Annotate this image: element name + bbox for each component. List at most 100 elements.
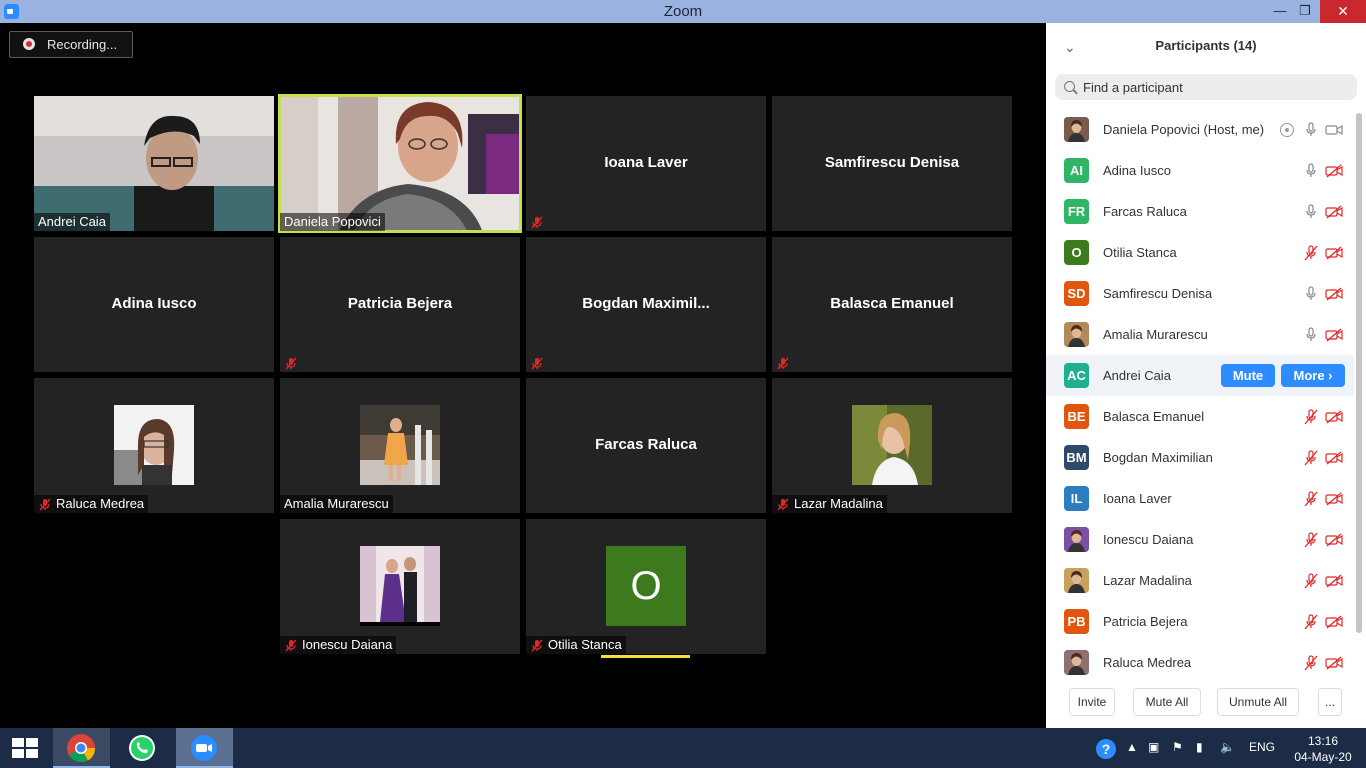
whatsapp-icon — [129, 735, 155, 761]
participant-row[interactable]: PB Patricia Bejera — [1046, 601, 1354, 642]
start-button[interactable] — [0, 728, 50, 768]
muted-mic-icon[interactable] — [1304, 614, 1318, 630]
video-camera-icon[interactable] — [1325, 123, 1343, 137]
participant-name: Adina Iusco — [1103, 163, 1171, 178]
muted-mic-icon — [531, 639, 543, 652]
participant-avatar: SD — [1064, 281, 1089, 306]
muted-mic-icon[interactable] — [1304, 491, 1318, 507]
participant-row[interactable]: Ionescu Daiana — [1046, 519, 1354, 560]
video-off-icon[interactable] — [1325, 451, 1343, 465]
participant-row[interactable]: FR Farcas Raluca — [1046, 191, 1354, 232]
windows-logo-icon — [12, 738, 38, 758]
muted-mic-icon[interactable] — [1304, 573, 1318, 589]
participant-row[interactable]: Daniela Popovici (Host, me) — [1046, 109, 1354, 150]
participant-name: Ioana Laver — [1103, 491, 1172, 506]
video-off-icon[interactable] — [1325, 205, 1343, 219]
muted-mic-icon[interactable] — [1304, 655, 1318, 671]
taskbar-chrome[interactable] — [53, 728, 110, 768]
participant-row[interactable]: BE Balasca Emanuel — [1046, 396, 1354, 437]
more-participant-button[interactable]: More › — [1281, 364, 1345, 387]
video-off-icon[interactable] — [1325, 656, 1343, 670]
recording-indicator[interactable]: Recording... — [9, 31, 133, 58]
participant-avatar: IL — [1064, 486, 1089, 511]
video-tile-ionescu-daiana[interactable]: Ionescu Daiana — [280, 519, 520, 654]
taskbar-zoom[interactable] — [176, 728, 233, 768]
microphone-icon[interactable] — [1304, 163, 1318, 179]
mute-participant-button[interactable]: Mute — [1221, 364, 1275, 387]
microphone-icon[interactable] — [1304, 204, 1318, 220]
scrollbar[interactable] — [1356, 113, 1362, 633]
battery-icon[interactable]: ▮ — [1196, 740, 1203, 754]
invite-button[interactable]: Invite — [1069, 688, 1115, 716]
chevron-right-icon: › — [1324, 368, 1333, 383]
video-off-icon[interactable] — [1325, 615, 1343, 629]
flag-icon[interactable]: ⚑ — [1172, 740, 1183, 754]
chevron-up-icon[interactable]: ▲ — [1126, 740, 1138, 754]
video-off-icon[interactable] — [1325, 287, 1343, 301]
participant-row[interactable]: Amalia Murarescu — [1046, 314, 1354, 355]
participant-row[interactable]: BM Bogdan Maximilian — [1046, 437, 1354, 478]
network-icon[interactable]: ▣ — [1148, 740, 1159, 754]
video-tile-raluca-medrea[interactable]: Raluca Medrea — [34, 378, 274, 513]
system-clock[interactable]: 13:16 04-May-20 — [1288, 733, 1358, 765]
participant-photo — [1064, 322, 1089, 347]
volume-icon[interactable]: 🔈 — [1220, 740, 1235, 754]
help-icon[interactable]: ? — [1095, 738, 1117, 760]
video-tile-patricia-bejera[interactable]: Patricia Bejera — [280, 237, 520, 372]
video-off-icon[interactable] — [1325, 492, 1343, 506]
microphone-icon[interactable] — [1304, 122, 1318, 138]
video-tile-ioana-laver[interactable]: Ioana Laver — [526, 96, 766, 231]
participant-row[interactable]: IL Ioana Laver — [1046, 478, 1354, 519]
mute-all-button[interactable]: Mute All — [1133, 688, 1201, 716]
taskbar-whatsapp[interactable] — [114, 728, 171, 768]
tile-name-label: Raluca Medrea — [34, 495, 149, 513]
more-options-button[interactable]: ... — [1318, 688, 1342, 716]
speaking-indicator — [601, 655, 690, 658]
tile-name-label: Andrei Caia — [34, 213, 110, 231]
video-tile-balasca-emanuel[interactable]: Balasca Emanuel — [772, 237, 1012, 372]
video-tile-bogdan-maximilian[interactable]: Bogdan Maximil... — [526, 237, 766, 372]
muted-mic-icon — [39, 498, 51, 511]
video-off-icon[interactable] — [1325, 574, 1343, 588]
participant-name: Patricia Bejera — [1103, 614, 1188, 629]
video-tile-adina-iusco[interactable]: Adina Iusco — [34, 237, 274, 372]
participant-row[interactable]: O Otilia Stanca — [1046, 232, 1354, 273]
video-tile-lazar-madalina[interactable]: Lazar Madalina — [772, 378, 1012, 513]
window-title: Zoom — [663, 3, 703, 20]
close-button[interactable]: ✕ — [1320, 0, 1366, 23]
video-off-icon[interactable] — [1325, 328, 1343, 342]
video-tile-andrei-caia[interactable]: Andrei Caia — [34, 96, 274, 231]
profile-photo — [852, 405, 932, 485]
chrome-icon — [67, 734, 96, 763]
language-indicator[interactable]: ENG — [1249, 740, 1275, 754]
muted-mic-icon[interactable] — [1304, 532, 1318, 548]
video-off-icon[interactable] — [1325, 533, 1343, 547]
video-tile-daniela-popovici[interactable]: Daniela Popovici — [278, 94, 522, 233]
participant-row[interactable]: AI Adina Iusco — [1046, 150, 1354, 191]
microphone-icon[interactable] — [1304, 327, 1318, 343]
participant-row[interactable]: Raluca Medrea — [1046, 642, 1354, 683]
video-off-icon[interactable] — [1325, 164, 1343, 178]
participant-avatar: BM — [1064, 445, 1089, 470]
panel-title: Participants (14) — [1155, 38, 1257, 53]
muted-mic-icon[interactable] — [1304, 409, 1318, 425]
microphone-icon[interactable] — [1304, 286, 1318, 302]
search-input[interactable]: Find a participant — [1055, 74, 1357, 100]
participant-row[interactable]: Lazar Madalina — [1046, 560, 1354, 601]
participant-row[interactable]: SD Samfirescu Denisa — [1046, 273, 1354, 314]
video-tile-otilia-stanca[interactable]: O Otilia Stanca — [526, 519, 766, 654]
video-tile-samfirescu-denisa[interactable]: Samfirescu Denisa — [772, 96, 1012, 231]
participant-name: Balasca Emanuel — [1103, 409, 1205, 424]
unmute-all-button[interactable]: Unmute All — [1217, 688, 1299, 716]
participant-row[interactable]: AC Andrei Caia Mute More › — [1046, 355, 1354, 396]
muted-mic-icon[interactable] — [1304, 450, 1318, 466]
restore-button[interactable]: ❐ — [1290, 0, 1320, 23]
video-tile-amalia-murarescu[interactable]: Amalia Murarescu — [280, 378, 520, 513]
video-off-icon[interactable] — [1325, 246, 1343, 260]
participant-video — [34, 96, 274, 231]
video-off-icon[interactable] — [1325, 410, 1343, 424]
muted-mic-icon[interactable] — [1304, 245, 1318, 261]
tile-participant-name: Bogdan Maximil... — [582, 295, 710, 312]
video-tile-farcas-raluca[interactable]: Farcas Raluca — [526, 378, 766, 513]
search-icon — [1064, 81, 1075, 92]
